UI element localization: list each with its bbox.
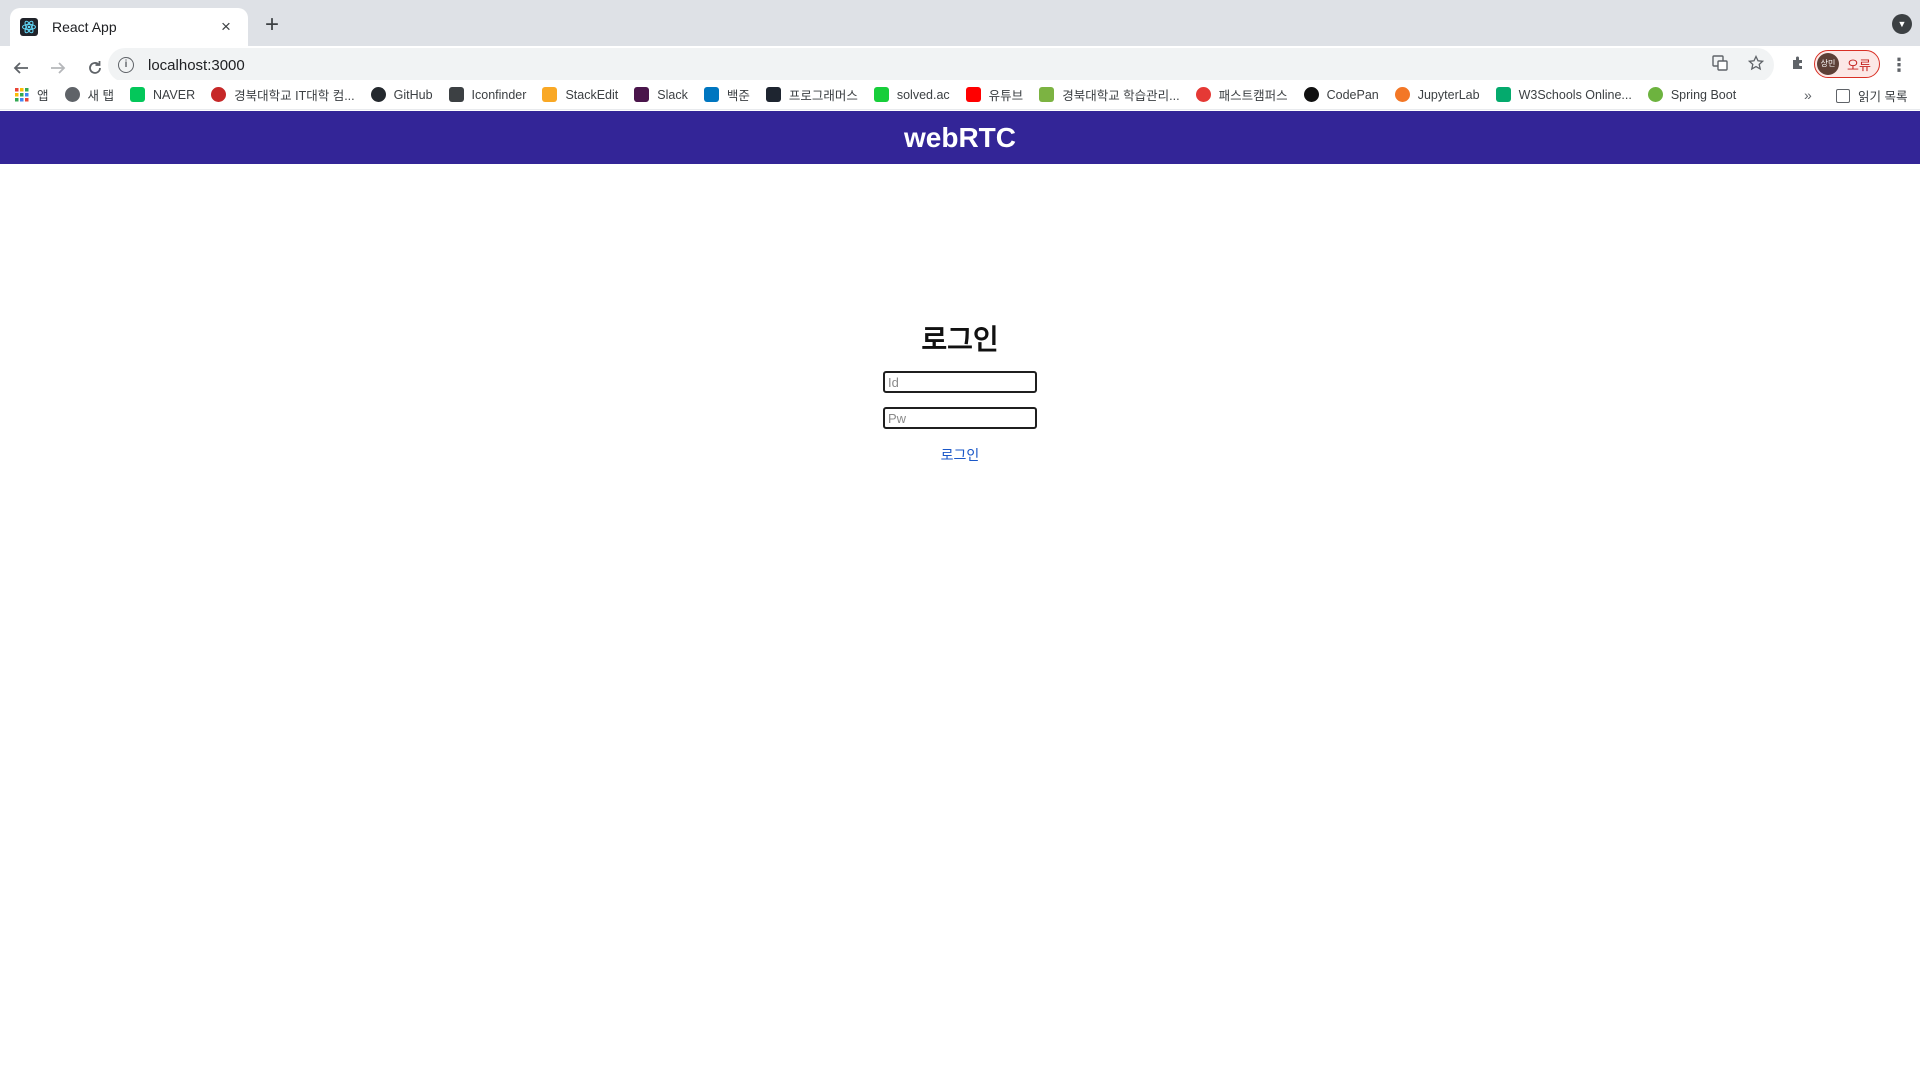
globe-icon: [64, 87, 80, 102]
bookmark-label: 경북대학교 학습관리...: [1062, 89, 1180, 103]
bookmark-item[interactable]: 앱: [14, 85, 49, 104]
spring-icon: [1647, 87, 1663, 102]
bookmark-label: W3Schools Online...: [1518, 87, 1632, 102]
solvedac-icon: [873, 87, 889, 102]
bookmark-item[interactable]: StackEdit: [542, 87, 618, 102]
youtube-icon: [965, 87, 981, 102]
extensions-icon[interactable]: [1786, 55, 1810, 79]
bookmark-label: Spring Boot: [1670, 87, 1737, 102]
login-title: 로그인: [921, 324, 999, 355]
bookmark-item[interactable]: 패스트캠퍼스: [1195, 85, 1288, 104]
bookmark-item[interactable]: NAVER: [130, 87, 195, 102]
bookmark-item[interactable]: 경북대학교 학습관리...: [1039, 85, 1180, 104]
bookmark-label: 프로그래머스: [788, 89, 858, 103]
close-icon[interactable]: ×: [216, 17, 236, 37]
bookmark-label: 백준: [726, 89, 750, 103]
bookmark-label: CodePan: [1326, 87, 1379, 102]
bookmarks-overflow-button[interactable]: »: [1804, 87, 1812, 103]
bookmark-label: 유튜브: [988, 89, 1024, 103]
bookmark-item[interactable]: 프로그래머스: [765, 85, 858, 104]
profile-button[interactable]: 상민 오류: [1814, 50, 1880, 78]
bookmark-item[interactable]: 새 탭: [64, 85, 114, 104]
translate-icon[interactable]: [1712, 55, 1728, 75]
app-header: webRTC: [0, 111, 1920, 164]
avatar: 상민: [1817, 53, 1839, 75]
password-input[interactable]: [883, 407, 1037, 429]
tab-search-icon[interactable]: ▼: [1892, 14, 1912, 34]
more-vert-icon[interactable]: ⋮: [1888, 54, 1910, 78]
arrow-left-icon: [13, 62, 28, 74]
bookmark-label: NAVER: [153, 87, 196, 102]
codepen-icon: [1303, 87, 1319, 102]
info-icon[interactable]: i: [118, 57, 134, 73]
bookmark-label: 경북대학교 IT대학 컴...: [234, 89, 355, 103]
bookmark-label: 새 탭: [87, 89, 114, 103]
new-tab-button[interactable]: +: [258, 12, 286, 40]
stackedit-icon: [542, 87, 558, 102]
apps-grid-icon: [14, 87, 29, 102]
github-icon: [370, 87, 386, 102]
login-button[interactable]: 로그인: [941, 445, 980, 465]
bookmark-label: StackEdit: [565, 87, 619, 102]
iconfinder-icon: [448, 87, 464, 102]
jupyter-icon: [1394, 87, 1410, 102]
bookmark-label: solved.ac: [896, 87, 950, 102]
reading-list-button[interactable]: 읽기 목록: [1836, 86, 1907, 105]
bookmark-item[interactable]: Iconfinder: [448, 87, 527, 102]
star-icon[interactable]: [1747, 54, 1765, 75]
bookmark-label: JupyterLab: [1417, 87, 1480, 102]
bookmark-item[interactable]: 유튜브: [965, 85, 1024, 104]
knu-icon: [211, 87, 227, 102]
address-url[interactable]: localhost:3000: [148, 57, 245, 74]
bookmarks-bar: 앱 새 탭 NAVER 경북대학교 IT대학 컴... GitHub Iconfinder…: [0, 80, 1920, 110]
login-form: 로그인 로그인: [0, 318, 1920, 465]
bookmark-label: GitHub: [393, 87, 433, 102]
react-icon: [20, 18, 38, 36]
knu-lms-icon: [1039, 87, 1055, 102]
bookmark-label: 패스트캠퍼스: [1218, 89, 1288, 103]
reading-list-icon: [1836, 88, 1850, 103]
address-bar[interactable]: i localhost:3000: [108, 48, 1774, 82]
fastcampus-icon: [1195, 87, 1211, 102]
bookmark-label: Slack: [657, 87, 688, 102]
bookmark-item[interactable]: JupyterLab: [1394, 87, 1480, 102]
id-input[interactable]: [883, 371, 1037, 393]
bookmark-label: Iconfinder: [471, 87, 527, 102]
code-icon: [703, 87, 719, 102]
bookmark-item[interactable]: solved.ac: [873, 87, 950, 102]
arrow-right-icon: [51, 62, 66, 74]
tab-title: React App: [52, 19, 117, 35]
browser-tab[interactable]: React App ×: [10, 8, 248, 46]
profile-status: 오류: [1847, 57, 1871, 73]
reading-list-label: 읽기 목록: [1858, 90, 1908, 104]
bookmark-item[interactable]: W3Schools Online...: [1495, 87, 1632, 102]
w3schools-icon: [1495, 87, 1511, 102]
bookmark-item[interactable]: Slack: [634, 87, 688, 102]
bookmark-label: 앱: [37, 89, 49, 103]
tab-strip: React App × + ▼: [0, 0, 1920, 46]
bookmark-item[interactable]: GitHub: [370, 87, 433, 102]
reload-icon: [89, 61, 101, 74]
naver-icon: [130, 87, 145, 102]
programmers-icon: [765, 87, 781, 102]
bookmark-item[interactable]: 경북대학교 IT대학 컴...: [211, 85, 355, 104]
bookmark-item[interactable]: Spring Boot: [1647, 87, 1737, 102]
app-title: webRTC: [904, 121, 1016, 153]
slack-icon: [634, 87, 650, 102]
bookmark-item[interactable]: CodePan: [1303, 87, 1379, 102]
bookmark-item[interactable]: 백준: [703, 85, 750, 104]
